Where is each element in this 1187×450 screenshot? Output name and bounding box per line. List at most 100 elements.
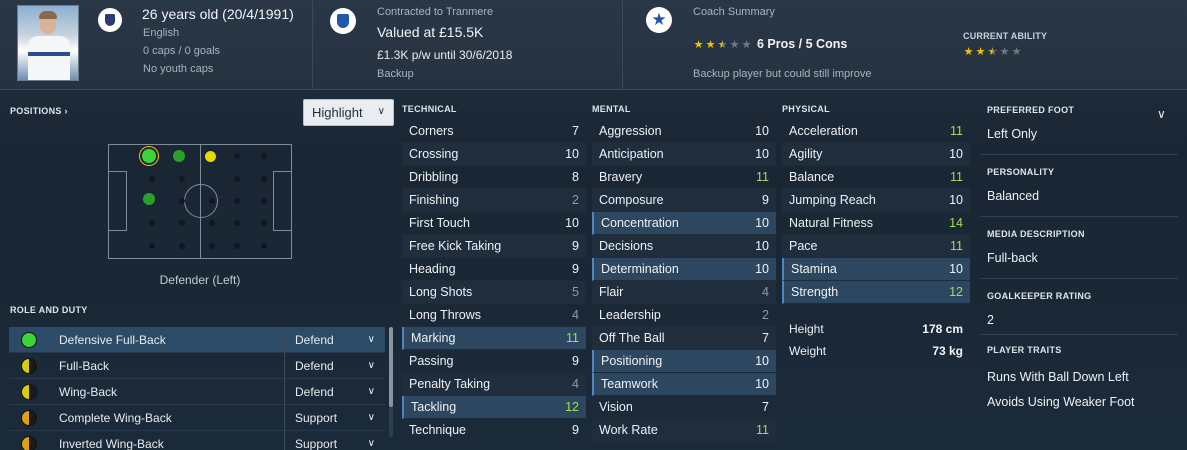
highlight-dropdown[interactable]: Highlight ∨ <box>303 99 394 126</box>
player-trait[interactable]: Avoids Using Weaker Foot <box>987 395 1135 409</box>
attribute-row[interactable]: Long Throws 4 <box>402 304 586 327</box>
duty-dropdown[interactable]: Support ∨ <box>284 405 385 431</box>
role-row[interactable]: Inverted Wing-Back Support ∨ <box>9 431 385 450</box>
pros-cons[interactable]: 6 Pros / 5 Cons <box>757 37 847 51</box>
mental-title: MENTAL <box>592 104 631 114</box>
attribute-row[interactable]: Technique 9 <box>402 419 586 442</box>
attribute-row[interactable]: Anticipation 10 <box>592 143 776 166</box>
attribute-row-key[interactable]: Tackling 12 <box>402 396 586 419</box>
attribute-row[interactable]: Balance 11 <box>782 166 970 189</box>
attribute-row[interactable]: Leadership 2 <box>592 304 776 327</box>
tranmere-badge-icon[interactable] <box>330 8 356 34</box>
attribute-row-key[interactable]: Stamina 10 <box>782 258 970 281</box>
attribute-row[interactable]: Bravery 11 <box>592 166 776 189</box>
attribute-label: Bravery <box>599 170 643 184</box>
attribute-row-key[interactable]: Positioning 10 <box>592 350 776 373</box>
attribute-row[interactable]: Natural Fitness 14 <box>782 212 970 235</box>
attribute-row[interactable]: Pace 11 <box>782 235 970 258</box>
attribute-row[interactable]: Decisions 10 <box>592 235 776 258</box>
role-name: Complete Wing-Back <box>59 411 172 425</box>
attribute-row-key[interactable]: Strength 12 <box>782 281 970 304</box>
attribute-row[interactable]: Acceleration 11 <box>782 120 970 143</box>
duty-dropdown[interactable]: Support ∨ <box>284 431 385 450</box>
attribute-value: 10 <box>755 377 769 391</box>
attribute-row[interactable]: Composure 9 <box>592 189 776 212</box>
attribute-label: Technique <box>409 423 466 437</box>
attribute-row[interactable]: Vision 7 <box>592 396 776 419</box>
role-row[interactable]: Defensive Full-Back Defend ∨ <box>9 327 385 353</box>
attribute-row[interactable]: Flair 4 <box>592 281 776 304</box>
attribute-row[interactable]: Passing 9 <box>402 350 586 373</box>
attribute-row[interactable]: Work Rate 11 <box>592 419 776 442</box>
attribute-row-key[interactable]: Teamwork 10 <box>592 373 776 396</box>
attribute-label: Heading <box>409 262 456 276</box>
attribute-row[interactable]: Long Shots 5 <box>402 281 586 304</box>
player-trait[interactable]: Runs With Ball Down Left <box>987 370 1129 384</box>
mental-attributes: Aggression 10 Anticipation 10 Bravery 11 Co… <box>592 120 776 442</box>
attribute-row[interactable]: Agility 10 <box>782 143 970 166</box>
attribute-label: Crossing <box>409 147 459 161</box>
attribute-label: Flair <box>599 285 624 299</box>
contract-club[interactable]: Contracted to Tranmere <box>377 6 493 18</box>
attribute-label: Passing <box>409 354 454 368</box>
attribute-value: 11 <box>756 423 769 437</box>
attribute-value: 10 <box>565 147 579 161</box>
attribute-value: 10 <box>565 216 579 230</box>
attribute-value: 2 <box>572 193 579 207</box>
attribute-row[interactable]: Penalty Taking 4 <box>402 373 586 396</box>
duty-label: Support <box>295 411 338 425</box>
positions-pitch <box>108 144 292 259</box>
attribute-row[interactable]: Jumping Reach 10 <box>782 189 970 212</box>
goalkeeper-rating-block: GOALKEEPER RATING 2 <box>980 279 1178 335</box>
duty-dropdown[interactable]: Defend ∨ <box>284 379 385 405</box>
goalkeeper-rating-title: GOALKEEPER RATING <box>987 291 1092 301</box>
player-caps: 0 caps / 0 goals <box>143 45 221 57</box>
attribute-row[interactable]: Dribbling 8 <box>402 166 586 189</box>
attribute-label: Tackling <box>411 400 457 414</box>
attribute-label: Off The Ball <box>599 331 665 345</box>
role-row[interactable]: Wing-Back Defend ∨ <box>9 379 385 405</box>
position-marker-competent[interactable] <box>205 151 216 162</box>
attribute-row[interactable]: Aggression 10 <box>592 120 776 143</box>
attribute-row[interactable]: Finishing 2 <box>402 189 586 212</box>
role-suitability-icon <box>21 332 37 348</box>
attribute-row[interactable]: Heading 9 <box>402 258 586 281</box>
attribute-row-key[interactable]: Determination 10 <box>592 258 776 281</box>
attribute-label: Long Shots <box>409 285 473 299</box>
duty-dropdown[interactable]: Defend ∨ <box>284 353 385 379</box>
attribute-row[interactable]: Free Kick Taking 9 <box>402 235 586 258</box>
attribute-value: 8 <box>572 170 579 184</box>
attribute-value: 7 <box>762 331 769 345</box>
role-row[interactable]: Complete Wing-Back Support ∨ <box>9 405 385 431</box>
position-marker-accomplished[interactable] <box>173 150 185 162</box>
player-wage: £1.3K p/w until 30/6/2018 <box>377 48 513 62</box>
role-name: Defensive Full-Back <box>59 333 166 347</box>
physical-title: PHYSICAL <box>782 104 830 114</box>
attribute-row[interactable]: Off The Ball 7 <box>592 327 776 350</box>
attribute-label: Penalty Taking <box>409 377 491 391</box>
attribute-value: 10 <box>755 147 769 161</box>
role-list-scrollbar[interactable] <box>389 327 393 437</box>
attribute-label: Stamina <box>791 262 837 276</box>
role-row[interactable]: Full-Back Defend ∨ <box>9 353 385 379</box>
personality-block: PERSONALITY Balanced <box>980 155 1178 217</box>
attribute-row-key[interactable]: Marking 11 <box>402 327 586 350</box>
player-nationality[interactable]: English <box>143 27 179 39</box>
attribute-row-key[interactable]: Concentration 10 <box>592 212 776 235</box>
scrollbar-thumb[interactable] <box>389 327 393 407</box>
positions-title[interactable]: POSITIONS › <box>10 106 68 116</box>
attribute-label: Acceleration <box>789 124 858 138</box>
attribute-value: 10 <box>755 124 769 138</box>
attribute-row[interactable]: Corners 7 <box>402 120 586 143</box>
position-marker-natural[interactable] <box>142 149 156 163</box>
attribute-value: 5 <box>572 285 579 299</box>
header-divider <box>312 0 313 90</box>
attribute-row[interactable]: First Touch 10 <box>402 212 586 235</box>
attribute-row[interactable]: Crossing 10 <box>402 143 586 166</box>
position-marker-accomplished[interactable] <box>143 193 155 205</box>
chevron-down-icon: ∨ <box>367 438 375 449</box>
attribute-label: Jumping Reach <box>789 193 876 207</box>
chevron-down-icon: ∨ <box>367 334 375 345</box>
duty-dropdown[interactable]: Defend ∨ <box>284 327 385 353</box>
height-value: 178 cm <box>922 322 963 336</box>
